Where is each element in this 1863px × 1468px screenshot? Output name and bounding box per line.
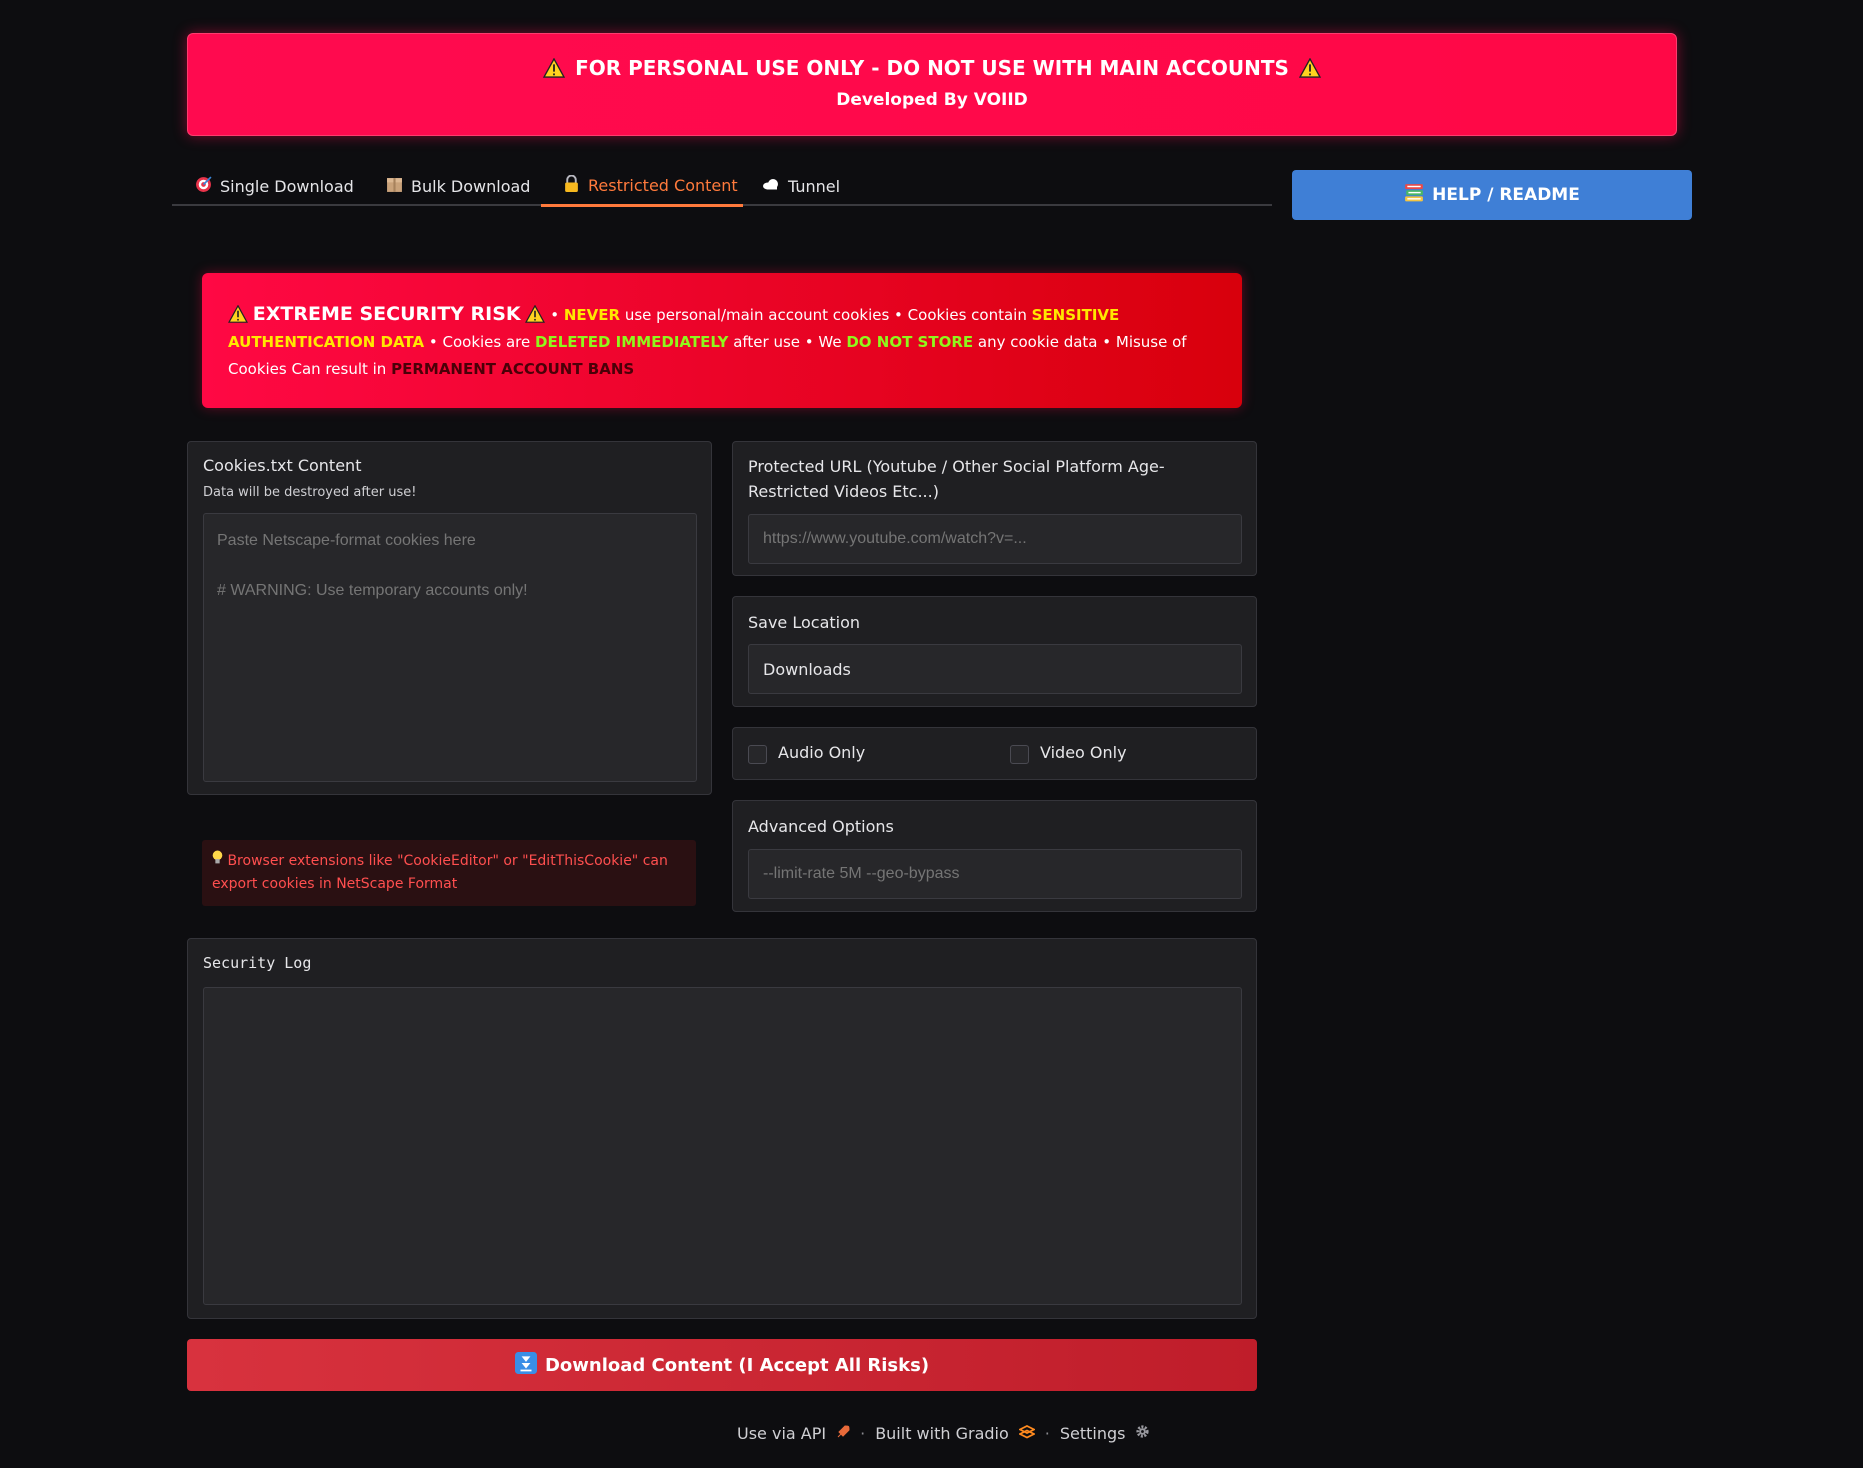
save-location-panel: Save Location Downloads (732, 596, 1257, 707)
save-location-input[interactable]: Downloads (748, 644, 1242, 694)
tab-tunnel[interactable]: Tunnel (762, 166, 840, 206)
tab-label: Single Download (220, 176, 354, 196)
help-readme-label: HELP / README (1432, 185, 1580, 205)
tab-label: Tunnel (788, 176, 841, 196)
video-only-label[interactable]: Video Only (1040, 743, 1127, 762)
risk-text: after use • We (733, 333, 842, 351)
warning-icon (1298, 58, 1321, 78)
security-log-label: Security Log (203, 954, 312, 972)
risk-bans: PERMANENT ACCOUNT BANS (391, 360, 635, 378)
books-icon (1404, 183, 1424, 208)
cookies-sublabel: Data will be destroyed after use! (203, 485, 417, 500)
video-only-checkbox[interactable] (1010, 745, 1029, 764)
lock-icon (562, 174, 580, 196)
save-location-label: Save Location (748, 613, 861, 632)
advanced-options-label: Advanced Options (748, 817, 894, 836)
down-arrow-icon (514, 1351, 537, 1379)
audio-only-checkbox[interactable] (748, 745, 767, 764)
banner-title: FOR PERSONAL USE ONLY - DO NOT USE WITH … (575, 56, 1289, 80)
tip-text: Browser extensions like "CookieEditor" o… (212, 853, 668, 892)
gradio-logo-icon (1017, 1424, 1036, 1443)
risk-title: EXTREME SECURITY RISK (252, 303, 521, 325)
url-input[interactable] (748, 514, 1242, 564)
package-icon (385, 176, 403, 197)
banner-subtitle: Developed By VOIID (836, 90, 1028, 110)
risk-deleted: DELETED IMMEDIATELY (535, 333, 729, 351)
warning-icon (543, 58, 566, 78)
url-label: Protected URL (Youtube / Other Social Pl… (748, 457, 1165, 501)
use-via-api-link[interactable]: Use via API (737, 1424, 826, 1443)
download-button-label: Download Content (I Accept All Risks) (544, 1354, 930, 1376)
warning-banner: FOR PERSONAL USE ONLY - DO NOT USE WITH … (187, 33, 1677, 136)
risk-text: • (550, 306, 560, 324)
cookies-panel: Cookies.txt Content Data will be destroy… (187, 441, 712, 795)
tab-bar: Single Download Bulk Download Restricted… (172, 166, 1272, 207)
cloud-icon (762, 177, 780, 195)
security-log-panel: Security Log (187, 938, 1257, 1319)
tab-restricted-content[interactable]: Restricted Content (541, 166, 743, 207)
risk-text: use personal/main account cookies • Cook… (624, 306, 1027, 324)
advanced-options-panel: Advanced Options (732, 800, 1257, 912)
risk-never: NEVER (563, 306, 621, 324)
built-with-gradio-link[interactable]: Built with Gradio (875, 1424, 1009, 1443)
risk-no-store: DO NOT STORE (846, 333, 974, 351)
cookies-textarea[interactable] (203, 513, 697, 782)
tab-single-download[interactable]: Single Download (194, 166, 354, 206)
warning-icon (525, 305, 546, 323)
cookies-label: Cookies.txt Content (203, 456, 362, 475)
rocket-icon (836, 1424, 850, 1443)
security-log-output[interactable] (203, 987, 1242, 1305)
download-content-button[interactable]: Download Content (I Accept All Risks) (187, 1339, 1257, 1391)
audio-only-label[interactable]: Audio Only (778, 743, 865, 762)
help-readme-button[interactable]: HELP / README (1292, 170, 1692, 220)
gear-icon (1135, 1424, 1150, 1443)
tab-label: Restricted Content (588, 175, 738, 195)
tab-bulk-download[interactable]: Bulk Download (385, 166, 530, 206)
risk-text: • Cookies are (428, 333, 531, 351)
format-options-panel: Audio Only Video Only (732, 727, 1257, 780)
footer-separator: · (1044, 1424, 1050, 1443)
tab-label: Bulk Download (411, 176, 531, 196)
url-panel: Protected URL (Youtube / Other Social Pl… (732, 441, 1257, 576)
advanced-options-input[interactable] (748, 849, 1242, 899)
lightbulb-icon (212, 850, 227, 869)
security-risk-notice: EXTREME SECURITY RISK • NEVER use person… (202, 273, 1242, 408)
target-icon (194, 175, 212, 197)
warning-icon (228, 305, 248, 323)
footer-separator: · (860, 1424, 866, 1443)
settings-link[interactable]: Settings (1060, 1424, 1126, 1443)
cookie-export-tip: Browser extensions like "CookieEditor" o… (202, 840, 696, 906)
